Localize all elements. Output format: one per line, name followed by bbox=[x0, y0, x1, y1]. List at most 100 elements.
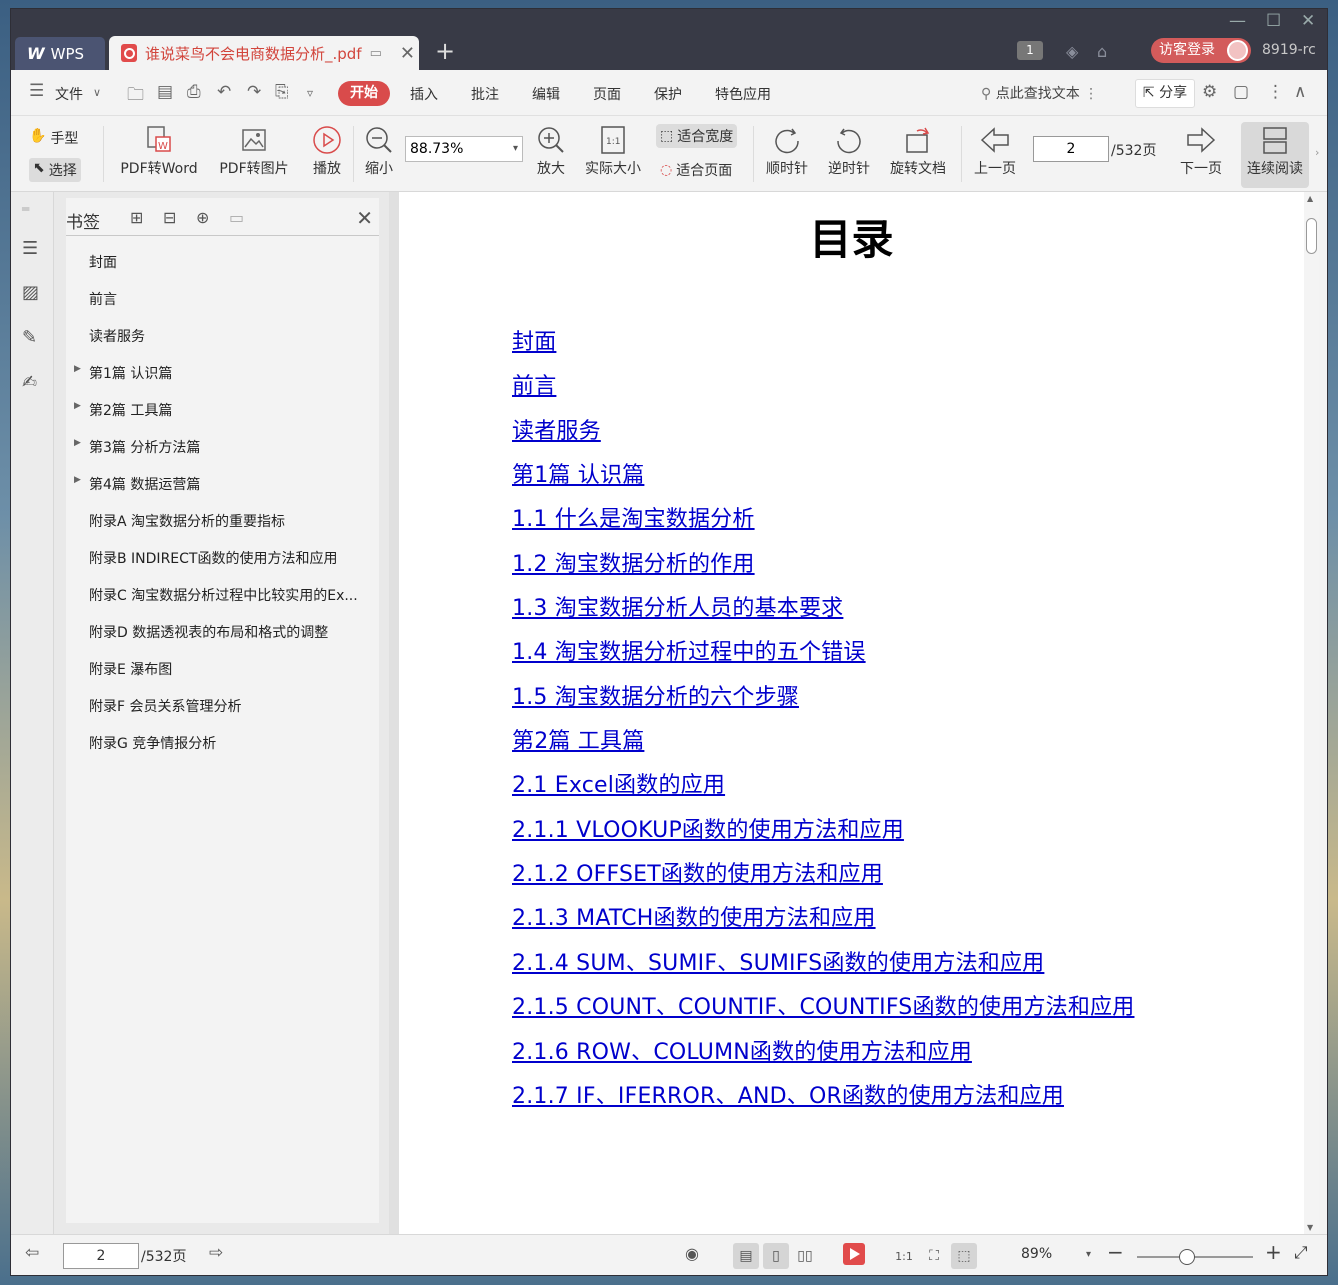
toc-link[interactable]: 2.1 Excel函数的应用 bbox=[512, 767, 1134, 811]
ribbon-scroll-right-icon[interactable]: › bbox=[1315, 146, 1319, 159]
toc-link[interactable]: 2.1.2 OFFSET函数的使用方法和应用 bbox=[512, 856, 1134, 900]
zoom-minus-icon[interactable]: − bbox=[1107, 1240, 1124, 1264]
toc-link[interactable]: 第2篇 工具篇 bbox=[512, 723, 1134, 767]
pdf-to-word-button[interactable]: W PDF转Word bbox=[113, 122, 205, 178]
toc-link[interactable]: 2.1.4 SUM、SUMIF、SUMIFS函数的使用方法和应用 bbox=[512, 945, 1134, 989]
close-panel-icon[interactable]: ✕ bbox=[356, 206, 373, 230]
menu-protect[interactable]: 保护 bbox=[654, 84, 682, 104]
minimize-icon[interactable]: — bbox=[1229, 11, 1246, 31]
status-next-page-icon[interactable]: ⇨ bbox=[209, 1243, 223, 1263]
export-icon[interactable]: ⎘ bbox=[275, 82, 289, 102]
panel-splitter[interactable] bbox=[389, 192, 399, 1234]
toc-link[interactable]: 2.1.5 COUNT、COUNTIF、COUNTIFS函数的使用方法和应用 bbox=[512, 989, 1134, 1033]
settings-gear-icon[interactable]: ⚙ bbox=[1202, 82, 1217, 102]
skin-icon[interactable]: ◈ bbox=[1066, 42, 1078, 61]
open-folder-icon[interactable]: 🗀 bbox=[127, 82, 144, 111]
hand-tool-button[interactable]: ✋ 手型 bbox=[29, 128, 78, 148]
scrollbar-thumb[interactable] bbox=[1306, 218, 1317, 254]
zoom-slider-knob[interactable] bbox=[1179, 1249, 1195, 1265]
bookmark-item[interactable]: ▶ 第2篇 工具篇 bbox=[66, 400, 379, 437]
menu-annotate[interactable]: 批注 bbox=[471, 84, 499, 104]
fit-width-button[interactable]: ⬚ 适合宽度 bbox=[656, 124, 738, 148]
fit-page-status-icon[interactable]: ⛶ bbox=[921, 1243, 947, 1269]
signature-icon[interactable]: ✍ bbox=[22, 372, 37, 393]
bookmark-item[interactable]: 附录D 数据透视表的布局和格式的调整 bbox=[66, 622, 379, 659]
toc-link[interactable]: 1.2 淘宝数据分析的作用 bbox=[512, 546, 1134, 590]
rotate-clockwise-button[interactable]: 顺时针 bbox=[761, 122, 813, 178]
actual-size-status-icon[interactable]: 1:1 bbox=[891, 1243, 917, 1269]
toc-link[interactable]: 读者服务 bbox=[512, 413, 1134, 457]
guest-login-button[interactable]: 访客登录 bbox=[1151, 38, 1251, 63]
fit-page-button[interactable]: ◌ 适合页面 bbox=[660, 160, 732, 180]
select-tool-button[interactable]: ⬉ 选择 bbox=[29, 158, 81, 182]
two-page-view-icon[interactable]: ▯▯ bbox=[792, 1243, 818, 1269]
bookmark-item[interactable]: 封面 bbox=[66, 252, 379, 289]
collapse-all-icon[interactable]: ⊟ bbox=[163, 208, 176, 227]
collapse-ribbon-icon[interactable]: ∧ bbox=[1294, 82, 1306, 102]
wps-home-tab[interactable]: W WPS bbox=[15, 37, 105, 70]
bookmark-flag-icon[interactable]: ▭ bbox=[229, 208, 244, 227]
new-tab-plus-icon[interactable]: + bbox=[435, 37, 455, 65]
page-number-input[interactable]: 2 bbox=[1033, 136, 1109, 162]
add-bookmark-icon[interactable]: ⊕ bbox=[196, 208, 209, 227]
bookmark-list-icon[interactable]: ☰ bbox=[22, 238, 38, 259]
toc-link[interactable]: 1.1 什么是淘宝数据分析 bbox=[512, 501, 1134, 545]
undo-icon[interactable]: ↶ bbox=[217, 82, 231, 102]
toc-link[interactable]: 1.3 淘宝数据分析人员的基本要求 bbox=[512, 590, 1134, 634]
menu-page[interactable]: 页面 bbox=[593, 84, 621, 104]
bookmark-item[interactable]: 附录A 淘宝数据分析的重要指标 bbox=[66, 511, 379, 548]
vertical-scrollbar[interactable]: ▲ ▼ bbox=[1304, 192, 1319, 1234]
menu-file[interactable]: 文件 bbox=[55, 84, 83, 104]
bookmark-item[interactable]: 附录B INDIRECT函数的使用方法和应用 bbox=[66, 548, 379, 585]
expand-triangle-icon[interactable]: ▶ bbox=[74, 475, 81, 485]
print-icon[interactable]: ⎙ bbox=[187, 82, 201, 102]
document-tab[interactable]: 谁说菜鸟不会电商数据分析_.pdf ▭ ✕ bbox=[109, 36, 419, 70]
maximize-icon[interactable]: ☐ bbox=[1266, 11, 1281, 31]
continuous-view-icon[interactable]: ▤ bbox=[733, 1243, 759, 1269]
zoom-in-button[interactable]: 放大 bbox=[533, 122, 569, 178]
toc-link[interactable]: 封面 bbox=[512, 324, 1134, 368]
next-page-button[interactable]: 下一页 bbox=[1175, 122, 1227, 178]
thumbnail-image-icon[interactable]: ▨ bbox=[22, 282, 39, 303]
single-page-view-icon[interactable]: ▯ bbox=[763, 1243, 789, 1269]
previous-page-button[interactable]: 上一页 bbox=[969, 122, 1021, 178]
zoom-plus-icon[interactable]: + bbox=[1265, 1240, 1282, 1264]
bookmark-item[interactable]: ▶ 第4篇 数据运营篇 bbox=[66, 474, 379, 511]
document-viewport[interactable]: 目录 封面 前言 读者服务 第1篇 认识篇 1.1 什么是淘宝数据分析 1.2 … bbox=[399, 192, 1319, 1234]
zoom-out-button[interactable]: 缩小 bbox=[361, 122, 397, 178]
find-text-box[interactable]: ⚲ 点此查找文本 ⋮ bbox=[981, 83, 1098, 103]
window-count-badge[interactable]: 1 bbox=[1017, 41, 1043, 60]
bookmark-item[interactable]: 附录F 会员关系管理分析 bbox=[66, 696, 379, 733]
toc-link[interactable]: 前言 bbox=[512, 368, 1134, 412]
file-dropdown-chevron-icon[interactable]: ∨ bbox=[93, 86, 101, 99]
share-button[interactable]: ⇱ 分享 bbox=[1135, 79, 1195, 108]
scroll-up-arrow-icon[interactable]: ▲ bbox=[1307, 194, 1313, 203]
pdf-to-image-button[interactable]: PDF转图片 bbox=[213, 122, 295, 178]
zoom-dropdown-icon[interactable]: ▾ bbox=[513, 137, 518, 161]
fullscreen-icon[interactable]: ⤢ bbox=[1294, 1243, 1308, 1263]
status-page-input[interactable]: 2 bbox=[63, 1243, 139, 1269]
scroll-down-arrow-icon[interactable]: ▼ bbox=[1307, 1223, 1313, 1232]
zoom-dropdown-arrow-icon[interactable]: ▾ bbox=[1086, 1249, 1091, 1260]
toc-link[interactable]: 第1篇 认识篇 bbox=[512, 457, 1134, 501]
hamburger-menu-icon[interactable]: ☰ bbox=[29, 81, 44, 101]
quick-access-dropdown-icon[interactable]: ▿ bbox=[307, 86, 313, 100]
eye-protection-icon[interactable]: ◉ bbox=[685, 1244, 699, 1263]
annotation-pen-icon[interactable]: ✎ bbox=[22, 327, 37, 348]
expand-all-icon[interactable]: ⊞ bbox=[130, 208, 143, 227]
status-prev-page-icon[interactable]: ⇦ bbox=[25, 1243, 39, 1263]
toc-link[interactable]: 1.4 淘宝数据分析过程中的五个错误 bbox=[512, 634, 1134, 678]
bookmark-item[interactable]: 附录G 竞争情报分析 bbox=[66, 733, 379, 770]
menu-insert[interactable]: 插入 bbox=[410, 84, 438, 104]
bookmark-item[interactable]: 前言 bbox=[66, 289, 379, 326]
continuous-reading-button[interactable]: 连续阅读 bbox=[1241, 122, 1309, 188]
toc-link[interactable]: 2.1.6 ROW、COLUMN函数的使用方法和应用 bbox=[512, 1034, 1134, 1078]
menu-edit[interactable]: 编辑 bbox=[532, 84, 560, 104]
menu-start-tab[interactable]: 开始 bbox=[338, 81, 390, 106]
more-vertical-icon[interactable]: ⋮ bbox=[1084, 86, 1098, 102]
bookmark-item[interactable]: 附录E 瀑布图 bbox=[66, 659, 379, 696]
bookmark-item[interactable]: ▶ 第3篇 分析方法篇 bbox=[66, 437, 379, 474]
close-tab-icon[interactable]: ✕ bbox=[400, 43, 415, 64]
shirt-icon[interactable]: ⌂ bbox=[1097, 42, 1107, 61]
zoom-combobox[interactable]: 88.73% ▾ bbox=[405, 136, 523, 162]
